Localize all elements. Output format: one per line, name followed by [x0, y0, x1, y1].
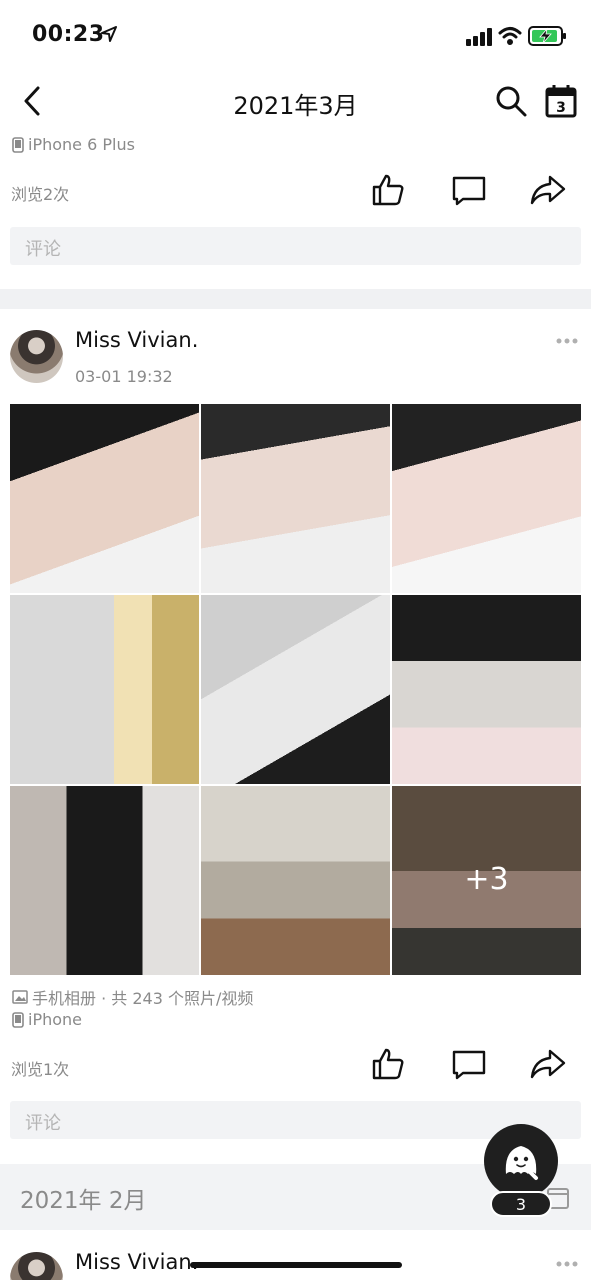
- comment-bubble-icon[interactable]: [451, 172, 487, 208]
- avatar[interactable]: [10, 330, 63, 383]
- home-indicator: [190, 1262, 402, 1268]
- fab-count-badge: 3: [490, 1191, 552, 1217]
- battery-charging-icon: [528, 26, 566, 46]
- avatar[interactable]: [10, 1252, 63, 1280]
- status-bar: 00:23: [0, 0, 591, 70]
- floating-assistant-button[interactable]: [484, 1124, 558, 1198]
- photo-7[interactable]: [10, 786, 199, 975]
- comment-input[interactable]: 评论: [10, 227, 581, 265]
- more-dots-icon[interactable]: [556, 337, 578, 345]
- photo-5[interactable]: [201, 595, 390, 784]
- view-count: 浏览2次: [11, 185, 70, 204]
- phone-icon: [12, 1011, 24, 1028]
- wifi-icon: [498, 27, 522, 45]
- more-dots-icon[interactable]: [556, 1260, 578, 1268]
- location-arrow-icon: [101, 26, 117, 42]
- comment-bubble-icon[interactable]: [451, 1046, 487, 1082]
- photo-grid: +3: [10, 404, 581, 975]
- device-label: iPhone: [28, 1010, 83, 1029]
- photo-4[interactable]: [10, 595, 199, 784]
- post-divider: [0, 289, 591, 309]
- photo-1[interactable]: [10, 404, 199, 593]
- author-name[interactable]: Miss Vivian.: [75, 328, 198, 352]
- calendar-day: 3: [556, 100, 566, 116]
- status-time: 00:23: [32, 22, 105, 47]
- album-source[interactable]: 手机相册 · 共 243 个照片/视频: [12, 985, 253, 1009]
- like-thumb-icon[interactable]: [370, 1046, 406, 1082]
- nav-bar: 2021年3月 3: [0, 70, 591, 132]
- ghost-mascot-icon: [505, 1146, 538, 1180]
- image-icon: [12, 990, 28, 1004]
- back-chevron-icon[interactable]: [18, 84, 48, 118]
- photo-6[interactable]: [392, 595, 581, 784]
- page-title: 2021年3月: [233, 92, 358, 120]
- more-photos-count: +3: [464, 862, 509, 897]
- share-arrow-icon[interactable]: [530, 172, 566, 208]
- photo-2[interactable]: [201, 404, 390, 593]
- like-thumb-icon[interactable]: [370, 172, 406, 208]
- device-row: iPhone: [12, 1010, 82, 1029]
- month-label: 2021年 2月: [20, 1188, 147, 1214]
- author-name[interactable]: Miss Vivian.: [75, 1250, 198, 1274]
- search-icon[interactable]: [494, 84, 528, 118]
- device-label: iPhone 6 Plus: [28, 135, 135, 154]
- phone-icon: [12, 136, 24, 153]
- calendar-icon[interactable]: 3: [544, 84, 578, 118]
- view-count: 浏览1次: [11, 1060, 70, 1079]
- photo-8[interactable]: [201, 786, 390, 975]
- device-row: iPhone 6 Plus: [12, 135, 135, 154]
- post-time: 03-01 19:32: [75, 367, 173, 386]
- signal-icon: [466, 28, 492, 46]
- photo-9[interactable]: +3: [392, 786, 581, 975]
- share-arrow-icon[interactable]: [530, 1046, 566, 1082]
- album-label: 手机相册 · 共 243 个照片/视频: [32, 989, 254, 1008]
- photo-3[interactable]: [392, 404, 581, 593]
